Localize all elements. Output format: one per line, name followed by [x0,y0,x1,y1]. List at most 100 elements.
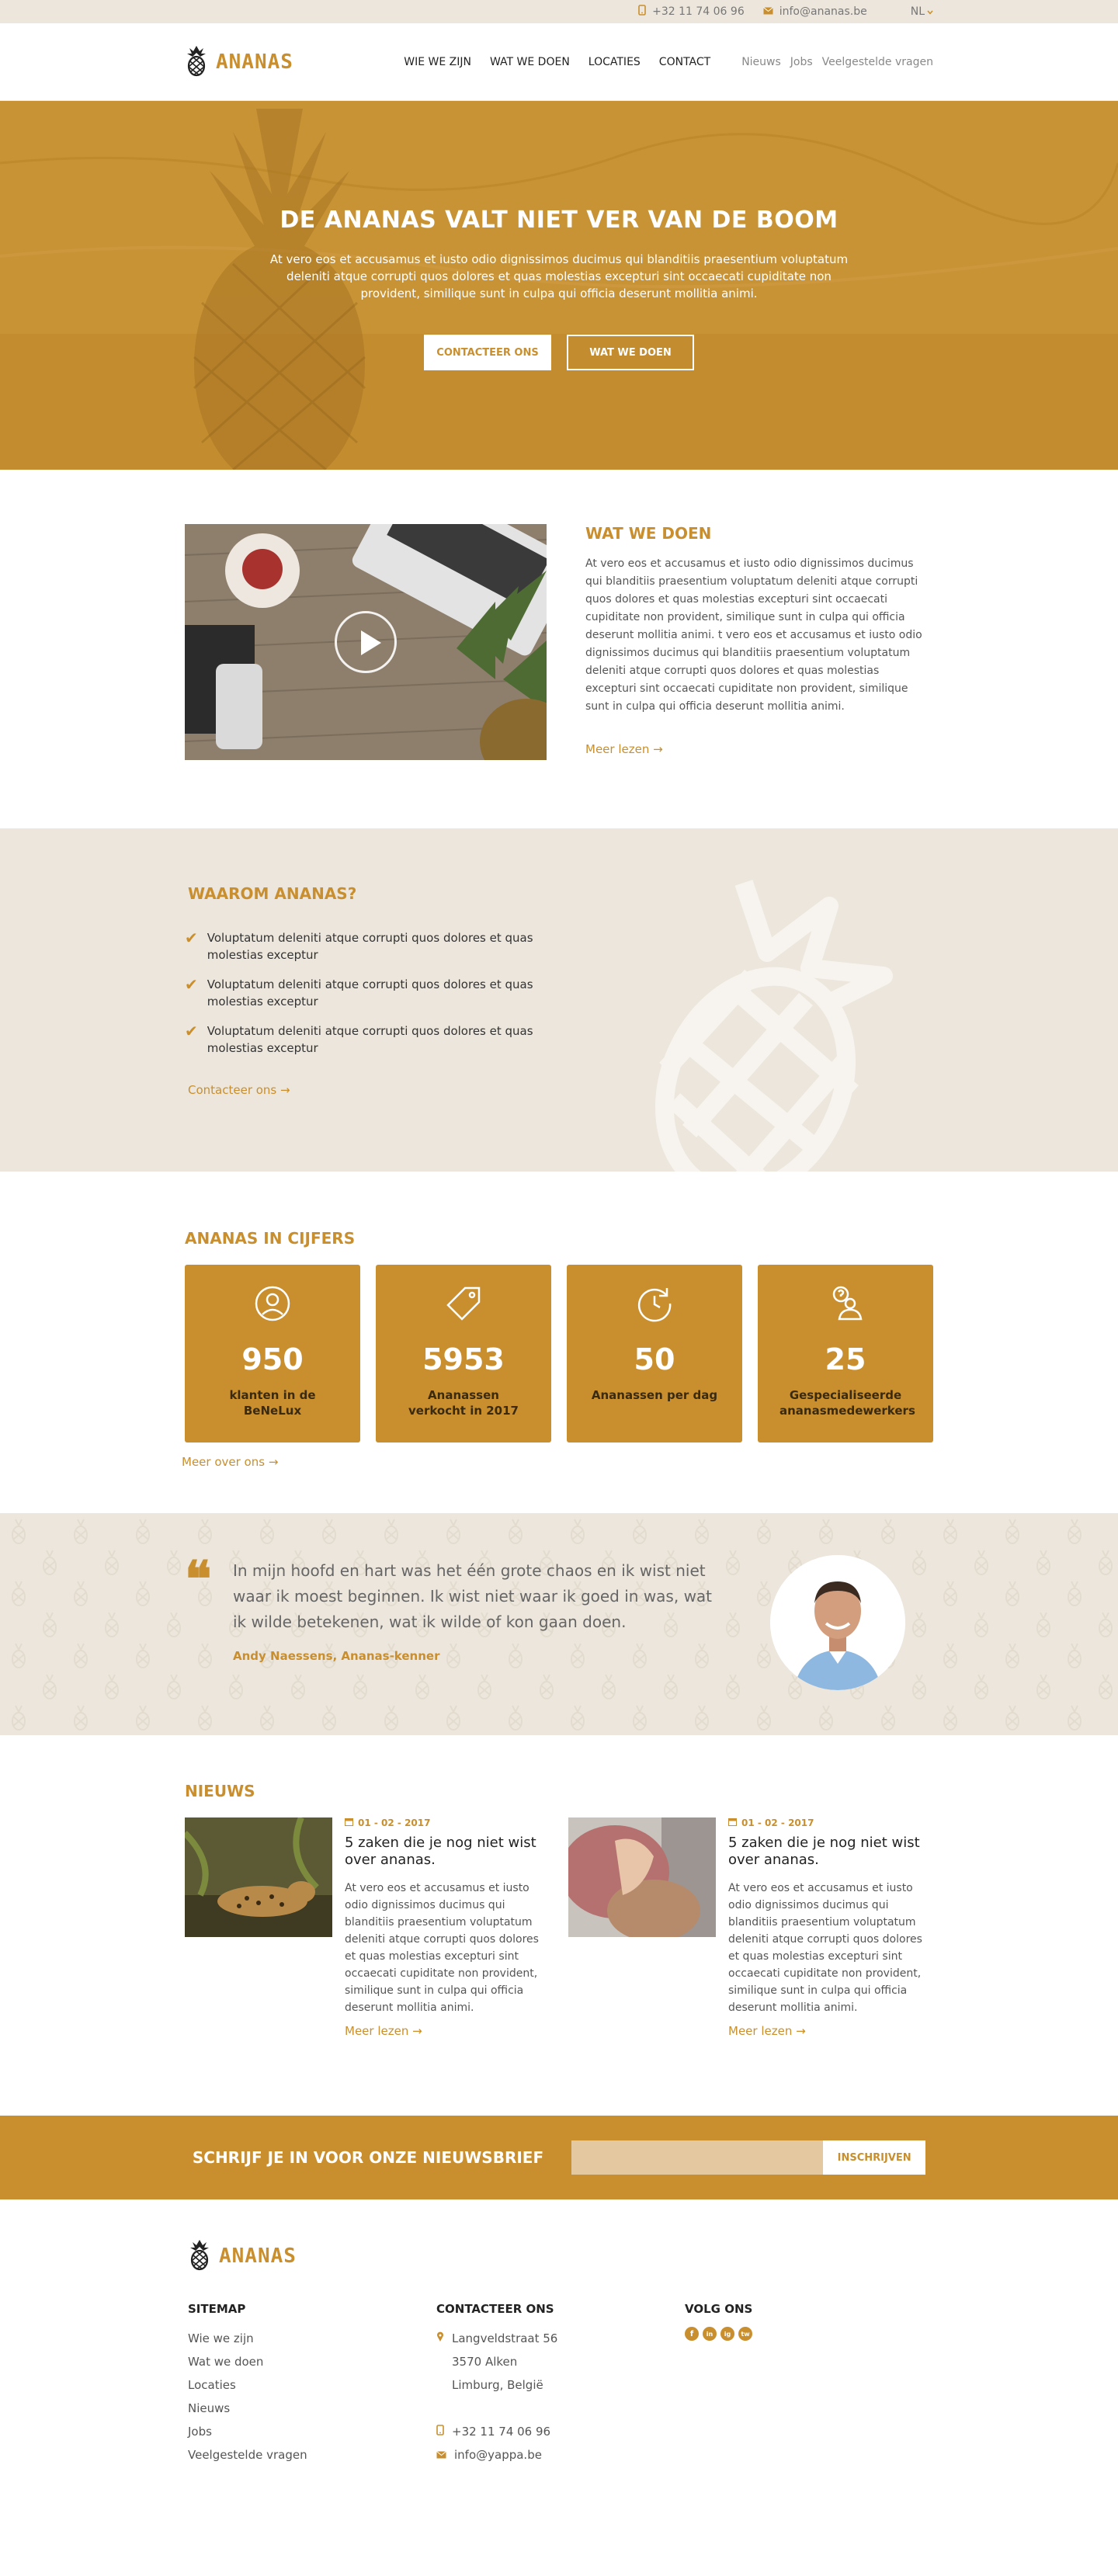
news-text: At vero eos et accusamus et iusto odio d… [728,1882,922,2014]
topbar-phone[interactable]: +32 11 74 06 96 [638,5,745,19]
news-title[interactable]: 5 zaken die je nog niet wist over ananas… [728,1835,922,1869]
footer-link[interactable]: Nieuws [188,2397,436,2420]
news-body: 01 - 02 - 2017 5 zaken die je nog niet w… [345,1817,539,2038]
location-pin-icon [436,2327,444,2350]
footer-logo[interactable]: ANANAS [188,2238,933,2274]
news-more-link[interactable]: Meer lezen → [728,2024,806,2038]
footer-link[interactable]: Veelgestelde vragen [188,2443,436,2467]
news-list: 01 - 02 - 2017 5 zaken die je nog niet w… [185,1817,933,2038]
meer-over-ons-link[interactable]: Meer over ons → [182,1455,278,1469]
newsletter-email-input[interactable] [571,2140,824,2175]
nav-nieuws[interactable]: Nieuws [741,56,781,68]
news-card[interactable]: 01 - 02 - 2017 5 zaken die je nog niet w… [568,1817,932,2038]
chevron-down-icon [927,5,933,18]
news-title[interactable]: 5 zaken die je nog niet wist over ananas… [345,1835,539,1869]
list-item: ✔ Voluptatum deleniti atque corrupti quos… [185,1022,542,1057]
hero-content: DE ANANAS VALT NIET VER VAN DE BOOM At v… [0,207,1118,370]
stat-label: Ananassen verkocht in 2017 [408,1388,519,1418]
logo[interactable]: ANANAS [185,44,293,80]
stat-label: Ananassen per dag [591,1388,718,1402]
avatar [770,1555,905,1690]
newsletter-section: SCHRIJF JE IN VOOR ONZE NIEUWSBRIEF INSC… [0,2116,1118,2199]
topbar-phone-text: +32 11 74 06 96 [652,5,745,18]
stat-label: Gespecialiseerde ananasmedewerkers [779,1388,915,1418]
nav-faq[interactable]: Veelgestelde vragen [822,56,933,68]
subscribe-button[interactable]: INSCHRIJVEN [823,2140,926,2175]
cijfers-section: ANANAS IN CIJFERS 950 klanten in de BeNe… [0,1172,1118,1513]
news-image[interactable] [568,1817,716,1937]
footer-address-line: 3570 Alken [436,2350,685,2373]
stat-card: 25 Gespecialiseerde ananasmedewerkers [758,1265,933,1442]
stat-value: 25 [825,1342,866,1377]
waarom-item-text: Voluptatum deleniti atque corrupti quos … [207,977,533,1009]
facebook-icon[interactable]: f [685,2327,699,2341]
footer-phone[interactable]: +32 11 74 06 96 [436,2420,685,2443]
news-image[interactable] [185,1817,332,1937]
waarom-contact-link[interactable]: Contacteer ons → [188,1083,290,1097]
language-select[interactable]: NL [911,5,933,18]
stat-card: 5953 Ananassen verkocht in 2017 [376,1265,551,1442]
footer-link[interactable]: Jobs [188,2420,436,2443]
footer-address-line: Limburg, België [436,2373,685,2397]
hero-title: DE ANANAS VALT NIET VER VAN DE BOOM [280,207,838,234]
calendar-icon [345,1817,353,1828]
calendar-icon [728,1817,737,1828]
waarom-list: ✔ Voluptatum deleniti atque corrupti quos… [185,929,542,1057]
footer-address-city: 3570 Alken [452,2355,518,2369]
footer-social: VOLG ONS f in ig tw [685,2302,933,2467]
nav-wie-we-zijn[interactable]: WIE WE ZIJN [404,56,471,68]
logo-text: ANANAS [219,2244,297,2268]
wat-we-doen-more-link[interactable]: Meer lezen → [585,742,663,756]
user-circle-icon [185,1285,360,1324]
nav-wat-we-doen[interactable]: WAT WE DOEN [490,56,570,68]
footer-address-street: Langveldstraat 56 [452,2331,558,2345]
phone-icon [436,2420,444,2443]
waarom-section: WAAROM ANANAS? ✔ Voluptatum deleniti atqu… [0,828,1118,1172]
clock-refresh-icon [567,1285,742,1324]
news-more-link[interactable]: Meer lezen → [345,2024,422,2038]
stat-value: 50 [634,1342,675,1377]
news-date: 01 - 02 - 2017 [345,1817,539,1828]
nieuws-section: NIEUWS 01 - 02 - 2017 5 zaken die je nog… [0,1735,1118,2116]
tag-icon [376,1285,551,1324]
wat-we-doen-button[interactable]: WAT WE DOEN [567,335,694,370]
nieuws-title: NIEUWS [185,1782,255,1800]
footer-link[interactable]: Wat we doen [188,2350,436,2373]
footer-address-line: Langveldstraat 56 [436,2327,685,2350]
linkedin-icon[interactable]: in [703,2327,717,2341]
quote-block: In mijn hoofd en hart was het één grote … [233,1558,730,1690]
newsletter-title: SCHRIJF JE IN VOOR ONZE NIEUWSBRIEF [192,2148,544,2167]
wat-we-doen-text: WAT WE DOEN At vero eos et accusamus et … [585,524,933,760]
footer-link[interactable]: Locaties [188,2373,436,2397]
news-card[interactable]: 01 - 02 - 2017 5 zaken die je nog niet w… [185,1817,548,2038]
play-icon[interactable] [335,611,397,673]
footer-follow-title: VOLG ONS [685,2302,753,2316]
nav-locaties[interactable]: LOCATIES [589,56,641,68]
contact-button[interactable]: CONTACTEER ONS [424,335,551,370]
instagram-icon[interactable]: ig [720,2327,734,2341]
waarom-title: WAAROM ANANAS? [188,884,357,903]
stat-label: klanten in de BeNeLux [229,1388,316,1418]
list-item: ✔ Voluptatum deleniti atque corrupti quos… [185,976,542,1010]
nav-jobs[interactable]: Jobs [790,56,813,68]
main-nav: WIE WE ZIJN WAT WE DOEN LOCATIES CONTACT [404,56,710,68]
stat-card: 950 klanten in de BeNeLux [185,1265,360,1442]
footer-email-text: info@yappa.be [454,2448,542,2462]
check-icon: ✔ [185,975,198,994]
topbar-email[interactable]: info@ananas.be [762,5,867,18]
footer-address-region: Limburg, België [452,2378,543,2392]
testimonial-section: ❝ In mijn hoofd en hart was het één grot… [0,1513,1118,1735]
top-bar: +32 11 74 06 96 info@ananas.be NL [0,0,1118,23]
twitter-icon[interactable]: tw [738,2327,752,2341]
video-player[interactable] [185,524,547,760]
waarom-item-text: Voluptatum deleniti atque corrupti quos … [207,931,533,962]
check-icon: ✔ [185,1022,198,1040]
footer-link[interactable]: Wie we zijn [188,2327,436,2350]
pineapple-logo-icon [188,2238,211,2274]
nav-contact[interactable]: CONTACT [659,56,710,68]
footer-sitemap-title: SITEMAP [188,2302,246,2316]
mail-icon [436,2443,446,2467]
mail-icon [762,5,773,18]
footer-email[interactable]: info@yappa.be [436,2443,685,2467]
site-header: ANANAS WIE WE ZIJN WAT WE DOEN LOCATIES … [0,23,1118,101]
